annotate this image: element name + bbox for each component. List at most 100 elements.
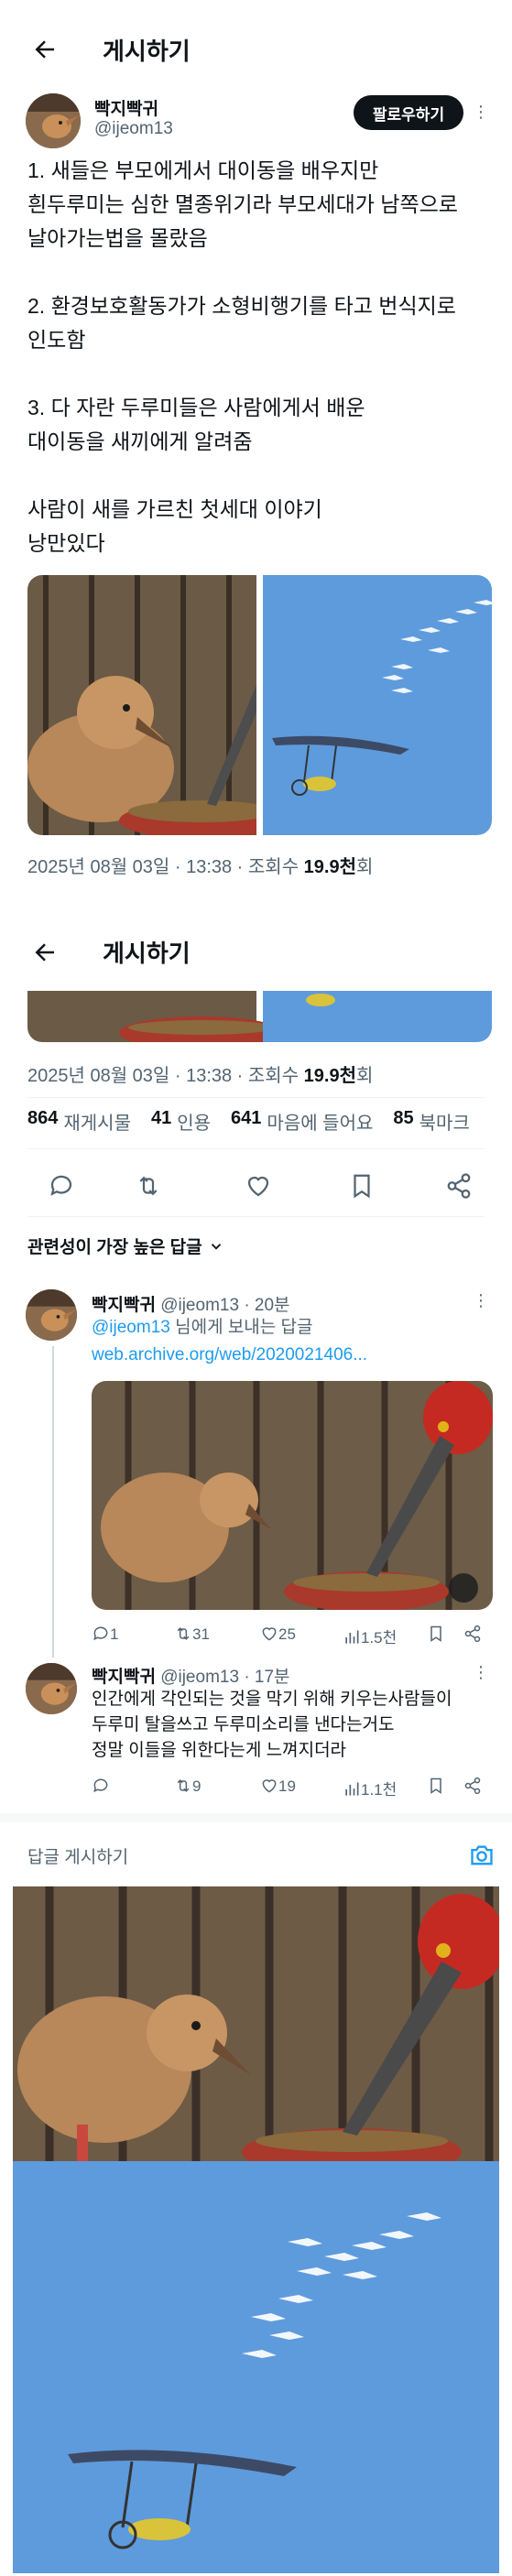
reply-icon[interactable] xyxy=(92,1777,110,1796)
tweet-line: 2. 환경보호활동가가 소형비행기를 타고 번식지로 xyxy=(27,294,456,318)
reply-composer-placeholder[interactable]: 답글 게시하기 xyxy=(27,1843,128,1868)
full-image-chick[interactable] xyxy=(13,1886,499,2161)
chevron-down-icon xyxy=(211,1243,221,1250)
share-icon[interactable] xyxy=(445,1172,473,1200)
tweet-line: 날아가는법을 몰랐음 xyxy=(27,226,208,250)
reply-icon[interactable] xyxy=(92,1625,110,1643)
reply-author-name[interactable]: 빡지빡귀 xyxy=(92,1668,156,1687)
tweet-media-cropped[interactable] xyxy=(27,991,492,1042)
arrow-left-icon[interactable] xyxy=(31,939,59,966)
screen-divider xyxy=(0,899,512,905)
quote-count[interactable]: 41 xyxy=(151,1108,171,1135)
repost-icon[interactable] xyxy=(135,1172,162,1200)
reply-actions: 1 xyxy=(92,1625,118,1644)
sort-replies-dropdown[interactable]: 관련성이 가장 높은 답글 xyxy=(27,1234,224,1258)
reply-header: 빡지빡귀 @ijeom13 · 20분 xyxy=(92,1291,290,1316)
bookmark-icon[interactable] xyxy=(427,1625,445,1644)
reply-context: @ijeom13 님에게 보내는 답글 xyxy=(92,1318,313,1337)
top-bar: 게시하기 xyxy=(0,7,512,92)
page-title: 게시하기 xyxy=(103,37,191,65)
bookmark-icon[interactable] xyxy=(427,1777,445,1796)
reply-time: · 20분 xyxy=(244,1296,290,1315)
tweet-blank-line xyxy=(27,255,495,289)
action-bar xyxy=(0,1163,512,1209)
views-action[interactable]: 1.1천 xyxy=(343,1777,397,1799)
like-count: 19 xyxy=(278,1777,296,1795)
reply-icon[interactable] xyxy=(48,1172,75,1200)
tweet-media-right[interactable] xyxy=(263,575,492,835)
repost-action[interactable]: 31 xyxy=(174,1625,210,1644)
more-options-icon[interactable]: ⋮ xyxy=(473,1663,489,1682)
reply-author-name[interactable]: 빡지빡귀 xyxy=(92,1296,156,1315)
tweet-line: 인도함 xyxy=(27,328,86,352)
tweet-timestamp-2: 2025년 08월 03일 · 13:38 · 조회수 19.9천회 xyxy=(27,1066,374,1086)
repost-icon xyxy=(177,1627,190,1640)
bookmark-count[interactable]: 85 xyxy=(393,1108,413,1135)
views-count: 1.5천 xyxy=(361,1629,398,1647)
top-bar-2: 게시하기 xyxy=(0,910,512,993)
thread-line xyxy=(52,1346,54,1658)
reply-count: 1 xyxy=(110,1625,119,1643)
views-count: 1.1천 xyxy=(361,1781,398,1799)
like-count[interactable]: 641 xyxy=(231,1108,261,1135)
mention-link[interactable]: @ijeom13 xyxy=(92,1318,170,1337)
full-image-ultralight[interactable] xyxy=(13,2161,499,2573)
divider xyxy=(27,1148,485,1149)
tweet-timestamp: 2025년 08월 03일 · 13:38 · 조회수 19.9천회 xyxy=(27,857,374,877)
arrow-left-icon[interactable] xyxy=(31,36,59,63)
like-label[interactable]: 마음에 들어요 xyxy=(267,1108,373,1135)
tweet-media-left[interactable] xyxy=(27,575,256,835)
like-count: 25 xyxy=(278,1625,296,1643)
camera-icon[interactable] xyxy=(469,1842,495,1868)
reply-author-handle[interactable]: @ijeom13 xyxy=(160,1668,239,1687)
follow-button[interactable]: 팔로우하기 xyxy=(354,95,463,130)
section-divider xyxy=(0,1813,512,1822)
bookmark-label[interactable]: 북마크 xyxy=(419,1108,470,1135)
repost-action[interactable]: 9 xyxy=(174,1777,201,1796)
reply-avatar[interactable] xyxy=(26,1289,77,1341)
views-action[interactable]: 1.5천 xyxy=(343,1625,397,1647)
views-icon xyxy=(345,1782,359,1796)
reply-time: · 17분 xyxy=(244,1668,290,1687)
tweet-line: 흰두루미는 심한 멸종위기라 부모세대가 남쪽으로 xyxy=(27,192,458,216)
engagement-stats: 864 재게시물 41 인용 641 마음에 들어요 85 북마크 xyxy=(27,1108,490,1135)
like-action[interactable]: 19 xyxy=(260,1777,296,1796)
tweet-line: 대이동을 새끼에게 알려줌 xyxy=(27,429,253,453)
reply-avatar[interactable] xyxy=(26,1663,77,1714)
author-name[interactable]: 빡지빡귀 xyxy=(94,95,158,120)
more-options-icon[interactable]: ⋮ xyxy=(473,1291,489,1310)
archive-link[interactable]: web.archive.org/web/2020021406... xyxy=(92,1342,367,1368)
like-icon[interactable] xyxy=(245,1172,272,1200)
tweet-line: 1. 새들은 부모에게서 대이동을 배우지만 xyxy=(27,158,379,182)
reply-header: 빡지빡귀 @ijeom13 · 17분 xyxy=(92,1663,290,1688)
repost-count[interactable]: 864 xyxy=(27,1108,58,1135)
reply-author-handle[interactable]: @ijeom13 xyxy=(160,1296,239,1315)
avatar[interactable] xyxy=(26,93,81,148)
quote-label[interactable]: 인용 xyxy=(177,1108,211,1135)
share-icon[interactable] xyxy=(463,1625,482,1644)
tweet-line: 3. 다 자란 두루미들은 사람에게서 배운 xyxy=(27,396,365,419)
tweet-text: 1. 새들은 부모에게서 대이동을 배우지만흰두루미는 심한 멸종위기라 부모세… xyxy=(27,154,495,560)
repost-label[interactable]: 재게시물 xyxy=(63,1108,131,1135)
reply-video[interactable] xyxy=(92,1381,493,1610)
divider xyxy=(27,1216,485,1217)
reply-composer[interactable]: 답글 게시하기 xyxy=(27,1837,495,1874)
tweet-line: 사람이 새를 가르친 첫세대 이야기 xyxy=(27,497,322,521)
reply-text: 인간에게 각인되는 것을 막기 위해 키우는사람들이 두루미 탈을쓰고 두루미소… xyxy=(92,1690,452,1760)
tweet-line: 낭만있다 xyxy=(27,531,105,555)
repost-icon xyxy=(177,1779,190,1792)
like-action[interactable]: 25 xyxy=(260,1625,296,1644)
share-icon[interactable] xyxy=(463,1777,482,1796)
more-options-icon[interactable]: ⋮ xyxy=(473,103,489,122)
author-handle[interactable]: @ijeom13 xyxy=(94,119,173,139)
repost-count: 9 xyxy=(192,1777,202,1795)
like-icon xyxy=(262,1627,277,1641)
tweet-blank-line xyxy=(27,357,495,391)
views-icon xyxy=(345,1630,359,1644)
tweet-blank-line xyxy=(27,459,495,493)
divider xyxy=(27,1097,485,1098)
like-icon xyxy=(262,1779,277,1793)
page-title: 게시하기 xyxy=(103,939,191,967)
repost-count: 31 xyxy=(192,1625,210,1643)
bookmark-icon[interactable] xyxy=(348,1172,376,1200)
